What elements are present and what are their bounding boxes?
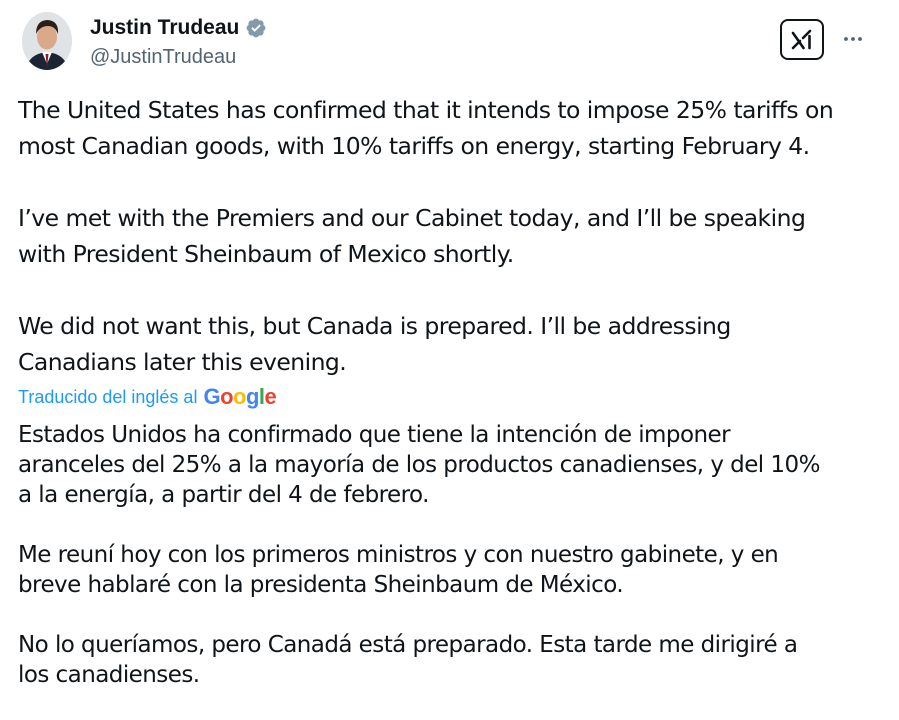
tweet-header: Justin Trudeau @JustinTrudeau — [22, 12, 882, 74]
more-horizontal-icon — [844, 37, 862, 41]
google-logo: Google — [203, 384, 277, 409]
translated-text: Estados Unidos ha confirmado que tiene l… — [18, 420, 878, 720]
grok-button[interactable] — [780, 19, 824, 60]
more-options-button[interactable] — [838, 24, 868, 54]
author-name[interactable]: Justin Trudeau — [90, 16, 239, 40]
tweet-paragraph: I’ve met with the Premiers and our Cabin… — [18, 204, 806, 268]
verified-badge-icon[interactable] — [245, 17, 267, 39]
tweet: Justin Trudeau @JustinTrudeau The United… — [0, 0, 899, 698]
tweet-paragraph: The United States has confirmed that it … — [18, 96, 834, 160]
translated-paragraph: Estados Unidos ha confirmado que tiene l… — [18, 422, 820, 508]
grok-icon — [791, 29, 812, 49]
author-info: Justin Trudeau @JustinTrudeau — [90, 14, 267, 69]
translated-from-link[interactable]: Traducido del inglés al — [18, 387, 197, 408]
tweet-text: The United States has confirmed that it … — [18, 92, 878, 380]
translated-paragraph: Me reuní hoy con los primeros ministros … — [18, 542, 779, 598]
avatar-image — [22, 12, 72, 70]
tweet-paragraph: We did not want this, but Canada is prep… — [18, 312, 731, 376]
avatar[interactable] — [22, 12, 72, 70]
translation-attribution: Traducido del inglés al Google — [18, 382, 277, 412]
translated-paragraph: No lo queríamos, pero Canadá está prepar… — [18, 632, 798, 688]
name-row: Justin Trudeau — [90, 14, 267, 42]
author-handle[interactable]: @JustinTrudeau — [90, 46, 267, 69]
